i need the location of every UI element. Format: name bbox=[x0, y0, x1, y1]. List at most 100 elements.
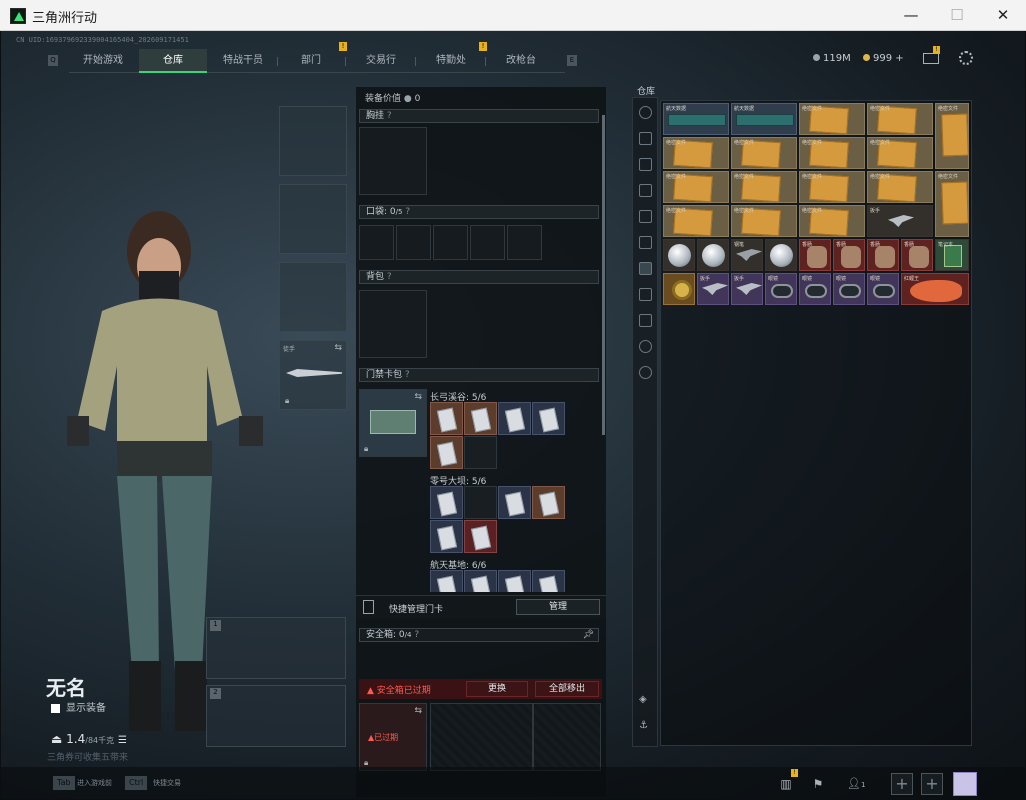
document-item[interactable]: 绝密文件 bbox=[663, 171, 729, 203]
backpack-slot[interactable] bbox=[359, 290, 427, 358]
goggles-item[interactable]: 眼镜 bbox=[867, 273, 899, 305]
player-avatar[interactable] bbox=[953, 772, 977, 796]
keycard[interactable] bbox=[498, 402, 531, 435]
notebook-item[interactable]: 笔记本 bbox=[935, 239, 969, 271]
sort-icon[interactable]: ⚓︎ bbox=[639, 720, 652, 733]
category-misc-icon[interactable] bbox=[639, 314, 652, 327]
helmet-slot[interactable] bbox=[279, 106, 347, 176]
pistol-slot[interactable] bbox=[279, 262, 347, 332]
nav-left-key[interactable]: Q bbox=[48, 55, 58, 66]
sausage-item[interactable]: 香肠 bbox=[901, 239, 933, 271]
mail-icon[interactable]: ! bbox=[923, 46, 940, 64]
keycard[interactable] bbox=[430, 570, 463, 592]
sausage-item[interactable]: 香肠 bbox=[833, 239, 865, 271]
stats-icon[interactable]: ▥! bbox=[775, 769, 798, 795]
tab-gunsmith[interactable]: 改枪台 bbox=[487, 49, 555, 73]
sausage-item[interactable]: 香肠 bbox=[799, 239, 831, 271]
safe-box-grid[interactable] bbox=[430, 703, 533, 771]
show-gear-checkbox[interactable] bbox=[51, 703, 60, 713]
replace-button[interactable]: 更换 bbox=[466, 681, 528, 697]
pocket-slot[interactable] bbox=[359, 225, 394, 260]
gem-item[interactable] bbox=[765, 239, 797, 271]
pocket-slot[interactable] bbox=[433, 225, 468, 260]
keycard[interactable] bbox=[532, 402, 565, 435]
swap-icon[interactable]: ⇆ bbox=[414, 392, 422, 402]
tab-market[interactable]: 交易行 bbox=[347, 49, 415, 73]
armor-slot[interactable] bbox=[279, 184, 347, 254]
keycard[interactable] bbox=[498, 486, 531, 519]
tab-keycap[interactable]: Tab bbox=[53, 776, 75, 790]
pocket-slot[interactable] bbox=[396, 225, 431, 260]
weapon-item[interactable]: 航天数据 bbox=[731, 103, 797, 135]
manage-button[interactable]: 管理 bbox=[516, 599, 600, 615]
keycard[interactable] bbox=[464, 402, 497, 435]
add-currency-button[interactable]: + bbox=[895, 53, 903, 64]
category-ammo-icon[interactable] bbox=[639, 158, 652, 171]
category-collectibles-icon[interactable] bbox=[639, 262, 652, 275]
ring-item[interactable] bbox=[663, 273, 695, 305]
chest-rig-slot[interactable] bbox=[359, 127, 427, 195]
swap-icon[interactable]: ⇆ bbox=[414, 706, 422, 716]
fish-item[interactable]: 红鲤王 bbox=[901, 273, 969, 305]
gem-item[interactable] bbox=[663, 239, 695, 271]
sausage-item[interactable]: 香肠 bbox=[867, 239, 899, 271]
keycard[interactable] bbox=[498, 570, 531, 592]
flag-icon[interactable]: ⚑ bbox=[807, 773, 829, 795]
swap-icon[interactable]: ⇆ bbox=[334, 343, 342, 353]
category-keys-icon[interactable] bbox=[639, 288, 652, 301]
ctrl-keycap[interactable]: Ctrl bbox=[125, 776, 148, 790]
category-helmet-icon[interactable] bbox=[639, 106, 652, 119]
keycard[interactable] bbox=[532, 570, 565, 592]
document-item[interactable]: 绝密文件 bbox=[663, 205, 729, 237]
category-medkit-icon[interactable] bbox=[639, 236, 652, 249]
pen-item[interactable]: 钢笔 bbox=[731, 239, 763, 271]
melee-slot[interactable]: 徒手 ⇆ 🔒︎ bbox=[279, 340, 347, 410]
tab-start-game[interactable]: 开始游戏 bbox=[69, 49, 137, 73]
category-vest-icon[interactable] bbox=[639, 184, 652, 197]
loadout-scrollbar[interactable] bbox=[602, 115, 605, 435]
layers-icon[interactable]: ◈ bbox=[639, 694, 652, 707]
document-item[interactable]: 绝密文件 bbox=[663, 137, 729, 169]
document-item[interactable]: 绝密文件 bbox=[867, 103, 933, 135]
safe-box-slot[interactable]: ▲已过期 ⇆ 🔒︎ bbox=[359, 703, 427, 771]
keycard[interactable] bbox=[464, 570, 497, 592]
primary-weapon-slot-1[interactable]: 1 bbox=[206, 617, 346, 679]
close-button[interactable]: ✕ bbox=[980, 0, 1026, 31]
keycard[interactable] bbox=[430, 486, 463, 519]
goggles-item[interactable]: 眼镜 bbox=[799, 273, 831, 305]
keycard[interactable] bbox=[430, 436, 463, 469]
document-item[interactable]: 绝密文件 bbox=[799, 103, 865, 135]
list-icon[interactable]: ☰ bbox=[118, 735, 127, 746]
category-settings-icon[interactable] bbox=[639, 366, 652, 379]
tab-special-ops[interactable]: 特勤处! bbox=[417, 42, 487, 73]
keycard-bag-slot[interactable]: ⇆ 🔒︎ bbox=[359, 389, 427, 457]
gem-item[interactable] bbox=[697, 239, 729, 271]
pin-icon[interactable]: 📌︎ bbox=[583, 629, 594, 641]
keycard[interactable] bbox=[464, 520, 497, 553]
minimize-button[interactable]: — bbox=[888, 0, 934, 31]
document-item[interactable]: 绝密文件 bbox=[799, 171, 865, 203]
keycard[interactable] bbox=[532, 486, 565, 519]
keycard-empty-slot[interactable] bbox=[464, 436, 497, 469]
pocket-slot[interactable] bbox=[507, 225, 542, 260]
primary-weapon-slot-2[interactable]: 2 bbox=[206, 685, 346, 747]
category-rifle-icon[interactable] bbox=[639, 132, 652, 145]
document-item[interactable]: 绝密文件 bbox=[867, 137, 933, 169]
document-item[interactable]: 绝密文件 bbox=[799, 205, 865, 237]
keycard[interactable] bbox=[430, 520, 463, 553]
add-friend-slot[interactable]: + bbox=[891, 773, 913, 795]
category-lock-icon[interactable] bbox=[639, 340, 652, 353]
document-item[interactable]: 绝密文件 bbox=[799, 137, 865, 169]
maximize-button[interactable]: ☐ bbox=[934, 0, 980, 31]
settings-gear-icon[interactable] bbox=[959, 51, 973, 65]
tool-item[interactable]: 扳手 bbox=[867, 205, 933, 237]
tab-warehouse[interactable]: 仓库 bbox=[139, 49, 207, 73]
document-item[interactable]: 绝密文件 bbox=[935, 103, 969, 169]
tool-item[interactable]: 扳手 bbox=[697, 273, 729, 305]
goggles-item[interactable]: 眼镜 bbox=[833, 273, 865, 305]
category-backpack-icon[interactable] bbox=[639, 210, 652, 223]
document-item[interactable]: 绝密文件 bbox=[935, 171, 969, 237]
add-friend-slot[interactable]: + bbox=[921, 773, 943, 795]
keycard[interactable] bbox=[430, 402, 463, 435]
tab-department[interactable]: 部门! bbox=[277, 42, 347, 73]
